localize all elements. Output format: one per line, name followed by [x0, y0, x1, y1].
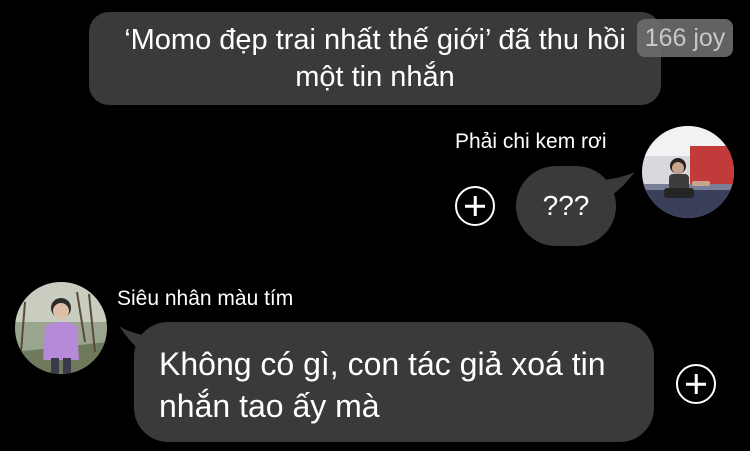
- message-bubble-incoming[interactable]: Không có gì, con tác giả xoá tin nhắn ta…: [134, 322, 654, 442]
- system-recall-notice: ‘Momo đẹp trai nhất thế giới’ đã thu hồi…: [89, 12, 661, 105]
- sender-name-outgoing: Phải chi kem rơi: [455, 130, 607, 153]
- message-text-incoming: Không có gì, con tác giả xoá tin nhắn ta…: [159, 346, 606, 424]
- avatar-incoming-photo: [15, 282, 107, 374]
- add-reaction-button-incoming[interactable]: [676, 364, 716, 404]
- system-message-text: ‘Momo đẹp trai nhất thế giới’ đã thu hồi…: [124, 23, 626, 93]
- add-reaction-button-outgoing[interactable]: [455, 186, 495, 226]
- message-text-outgoing: ???: [542, 190, 590, 221]
- bubble-tail-outgoing: [598, 172, 635, 200]
- avatar-outgoing-photo: [642, 126, 734, 218]
- avatar-incoming[interactable]: [15, 282, 107, 374]
- avatar-outgoing[interactable]: [642, 126, 734, 218]
- bubble-tail-incoming: [119, 326, 156, 358]
- sender-name-incoming: Siêu nhân màu tím: [117, 287, 294, 310]
- reaction-count-badge[interactable]: 166 joy: [637, 19, 733, 57]
